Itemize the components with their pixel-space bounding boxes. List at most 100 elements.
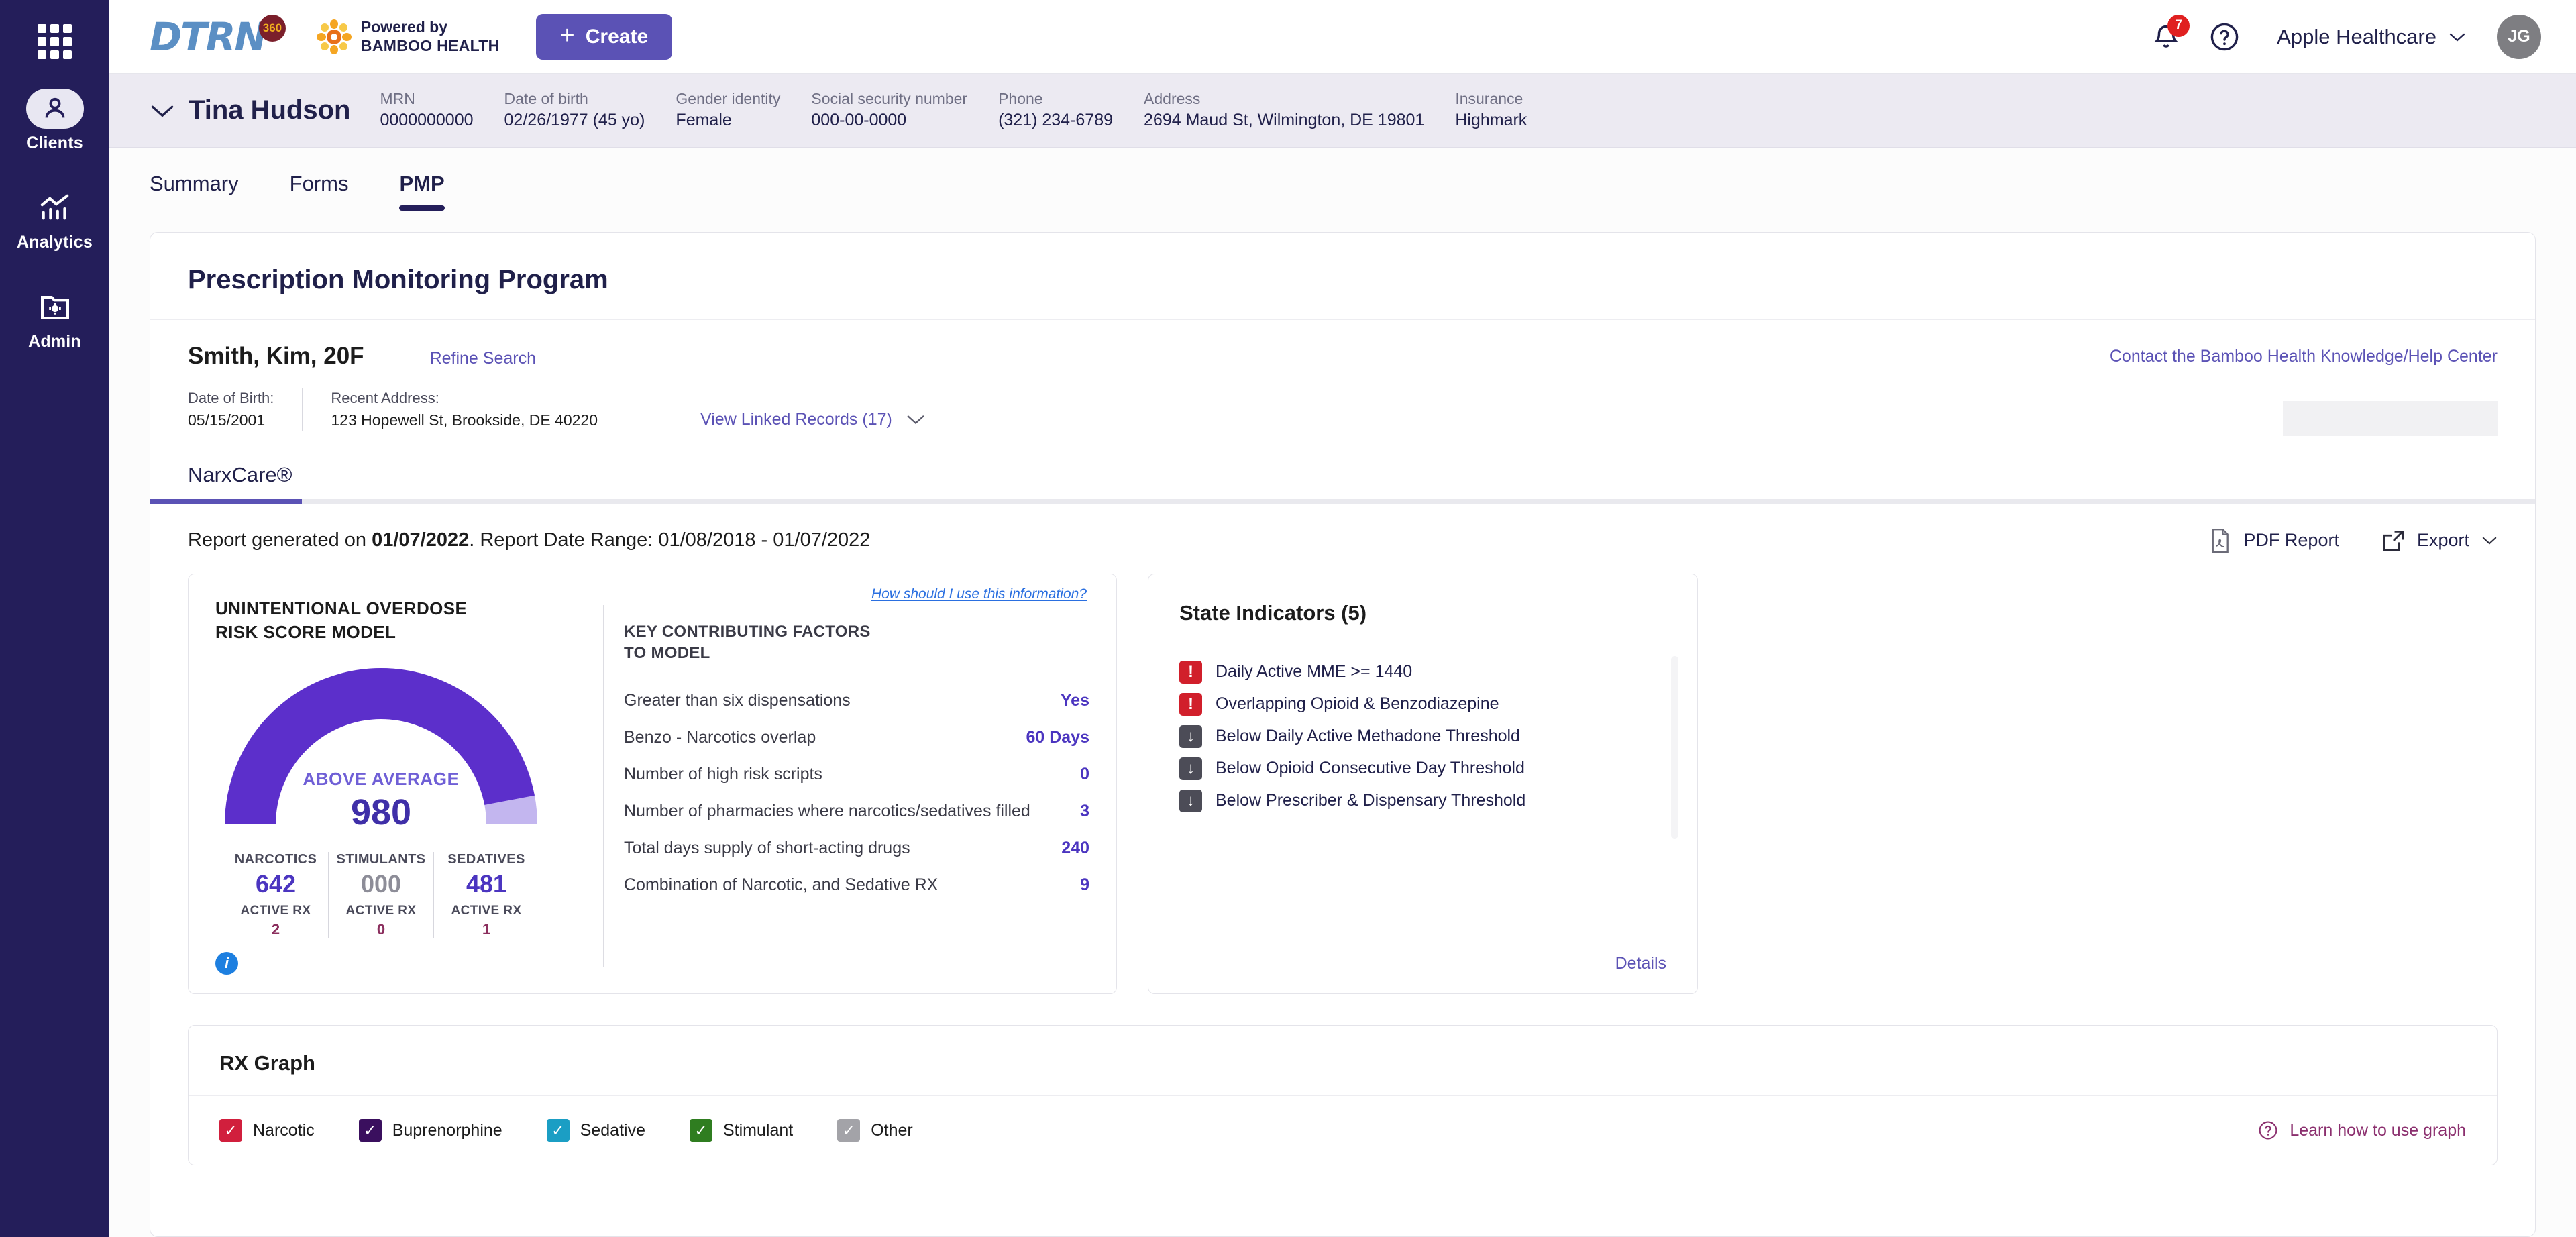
field-value: 02/26/1977 (45 yo) (504, 111, 645, 130)
contact-help-center-link[interactable]: Contact the Bamboo Health Knowledge/Help… (2110, 347, 2498, 366)
field-value: Female (676, 111, 732, 130)
avatar[interactable]: JG (2497, 14, 2541, 59)
dtrn-logo[interactable]: DTRN 360 (150, 14, 286, 56)
field-label: MRN (380, 90, 415, 108)
chevron-down-icon (2449, 33, 2465, 42)
key-factor-value: 0 (1080, 764, 1089, 784)
subtab-underline (150, 498, 2535, 504)
legend-label: Stimulant (723, 1120, 794, 1140)
rx-type-stats: NARCOTICS 642 ACTIVE RX 2 STIMULANTS 000… (223, 852, 539, 939)
refine-search-link[interactable]: Refine Search (430, 349, 536, 368)
organization-selector[interactable]: Apple Healthcare (2277, 25, 2466, 49)
state-indicator-row: ↓ Below Daily Active Methadone Threshold (1179, 720, 1666, 753)
rx-stat-sedatives: SEDATIVES 481 ACTIVE RX 1 (433, 852, 539, 939)
risk-gauge-column: UNINTENTIONAL OVERDOSE RISK SCORE MODEL … (215, 597, 591, 975)
info-icon[interactable]: i (215, 952, 238, 975)
field-value: 000-00-0000 (811, 111, 907, 130)
checkbox-checked-icon[interactable]: ✓ (219, 1119, 242, 1142)
notifications-button[interactable]: 7 (2151, 14, 2190, 52)
sidebar-item-clients[interactable]: Clients (8, 89, 102, 153)
tab-summary[interactable]: Summary (150, 172, 239, 211)
bamboo-flower-icon (316, 19, 352, 54)
dtrn-logo-badge: 360 (258, 14, 286, 42)
rx-stat-active-label: ACTIVE RX (451, 904, 522, 918)
alert-exclamation-icon: ! (1179, 692, 1202, 716)
subtab-narxcare[interactable]: NarxCare® (188, 463, 292, 499)
patient-name: Tina Hudson (189, 95, 351, 125)
narxcare-subtabs: NarxCare® (150, 448, 2535, 499)
key-factor-label: Number of high risk scripts (624, 764, 822, 784)
field-label: Gender identity (676, 90, 781, 108)
patient-expand-toggle[interactable] (150, 103, 175, 119)
export-button[interactable]: Export (2382, 529, 2498, 552)
powered-by-line2: BAMBOO HEALTH (360, 36, 500, 54)
primary-tabs: Summary Forms PMP (109, 148, 2576, 232)
legend-item-stimulant[interactable]: ✓ Stimulant (690, 1119, 793, 1142)
legend-item-other[interactable]: ✓ Other (837, 1119, 913, 1142)
rx-stat-active-count: 1 (482, 921, 491, 938)
how-to-use-link[interactable]: How should I use this information? (871, 586, 1087, 602)
sidebar-item-admin[interactable]: Admin (8, 287, 102, 352)
key-factors-title-line2: TO MODEL (624, 644, 710, 663)
report-prefix: Report generated on (188, 529, 372, 551)
create-button[interactable]: + Create (535, 13, 673, 60)
plus-icon: + (559, 21, 575, 50)
key-factor-label: Combination of Narcotic, and Sedative RX (624, 875, 938, 894)
state-indicators-title: State Indicators (5) (1179, 600, 1367, 625)
pmp-patient-name: Smith, Kim, 20F (188, 343, 364, 369)
key-factor-label: Greater than six dispensations (624, 690, 851, 710)
placeholder-box (2283, 400, 2498, 436)
pdf-report-label: PDF Report (2243, 530, 2339, 551)
field-value: Highmark (1455, 111, 1527, 130)
field-value: 0000000000 (380, 111, 474, 130)
help-button[interactable] (2208, 21, 2241, 53)
powered-by-bamboo: Powered by BAMBOO HEALTH (316, 18, 500, 54)
rx-stat-active-count: 2 (271, 921, 280, 938)
state-indicator-label: Overlapping Opioid & Benzodiazepine (1216, 694, 1499, 714)
legend-label: Narcotic (253, 1120, 315, 1140)
learn-how-to-use-graph-link[interactable]: Learn how to use graph (2257, 1120, 2466, 1141)
state-indicators-details-link[interactable]: Details (1179, 954, 1666, 973)
legend-item-sedative[interactable]: ✓ Sedative (546, 1119, 645, 1142)
rx-stat-active-label: ACTIVE RX (240, 904, 311, 918)
pmp-recent-address: Recent Address: 123 Hopewell St, Brooksi… (302, 388, 626, 431)
sidebar-item-analytics[interactable]: Analytics (8, 188, 102, 252)
risk-panel-title: UNINTENTIONAL OVERDOSE RISK SCORE MODEL (215, 597, 591, 644)
patient-header-bar: Tina Hudson MRN 0000000000 Date of birth… (109, 74, 2576, 148)
legend-item-narcotic[interactable]: ✓ Narcotic (219, 1119, 315, 1142)
state-indicator-label: Below Opioid Consecutive Day Threshold (1216, 759, 1525, 778)
top-bar: DTRN 360 Powered by BAMBOO HEALTH + Crea… (109, 0, 2576, 74)
risk-gauge-score: 980 (350, 792, 412, 833)
sidebar-item-label: Analytics (17, 233, 93, 252)
tab-forms[interactable]: Forms (290, 172, 349, 211)
app-switcher-icon[interactable] (37, 24, 72, 59)
pmp-dob-value: 05/15/2001 (188, 411, 266, 429)
organization-name: Apple Healthcare (2277, 24, 2436, 48)
report-suffix: . Report Date Range: 01/08/2018 - 01/07/… (469, 529, 871, 551)
rx-graph-legend: ✓ Narcotic ✓ Buprenorphine ✓ Sedative ✓ … (189, 1096, 2497, 1165)
pmp-card: Prescription Monitoring Program Smith, K… (150, 232, 2536, 1237)
state-indicator-label: Daily Active MME >= 1440 (1216, 662, 1413, 682)
overdose-risk-panel: UNINTENTIONAL OVERDOSE RISK SCORE MODEL … (188, 573, 1117, 995)
avatar-initials: JG (2508, 27, 2530, 46)
rx-stat-type: SEDATIVES (447, 852, 525, 867)
rx-stat-type: NARCOTICS (234, 852, 317, 867)
left-nav-rail: Clients Analytics Admin (0, 0, 109, 1237)
app-root: Clients Analytics Admin DTRN 360 Powered… (0, 0, 2576, 1237)
tab-pmp[interactable]: PMP (399, 172, 445, 211)
pdf-report-button[interactable]: PDF Report (2208, 528, 2339, 553)
risk-gauge-label: ABOVE AVERAGE (303, 769, 460, 790)
key-factor-label: Number of pharmacies where narcotics/sed… (624, 801, 1030, 820)
checkbox-checked-icon[interactable]: ✓ (358, 1119, 382, 1142)
legend-label: Sedative (580, 1120, 645, 1140)
checkbox-checked-icon[interactable]: ✓ (837, 1119, 861, 1142)
legend-label: Other (871, 1120, 913, 1140)
key-factor-value: 60 Days (1026, 727, 1089, 747)
state-indicators-scrollbar[interactable] (1671, 655, 1678, 839)
checkbox-checked-icon[interactable]: ✓ (690, 1119, 712, 1142)
state-indicators-list: ! Daily Active MME >= 1440 ! Overlapping… (1179, 655, 1678, 839)
rx-stat-score: 000 (360, 870, 402, 898)
legend-item-buprenorphine[interactable]: ✓ Buprenorphine (358, 1119, 502, 1142)
checkbox-checked-icon[interactable]: ✓ (546, 1119, 570, 1142)
view-linked-records-button[interactable]: View Linked Records (17) (665, 388, 926, 431)
